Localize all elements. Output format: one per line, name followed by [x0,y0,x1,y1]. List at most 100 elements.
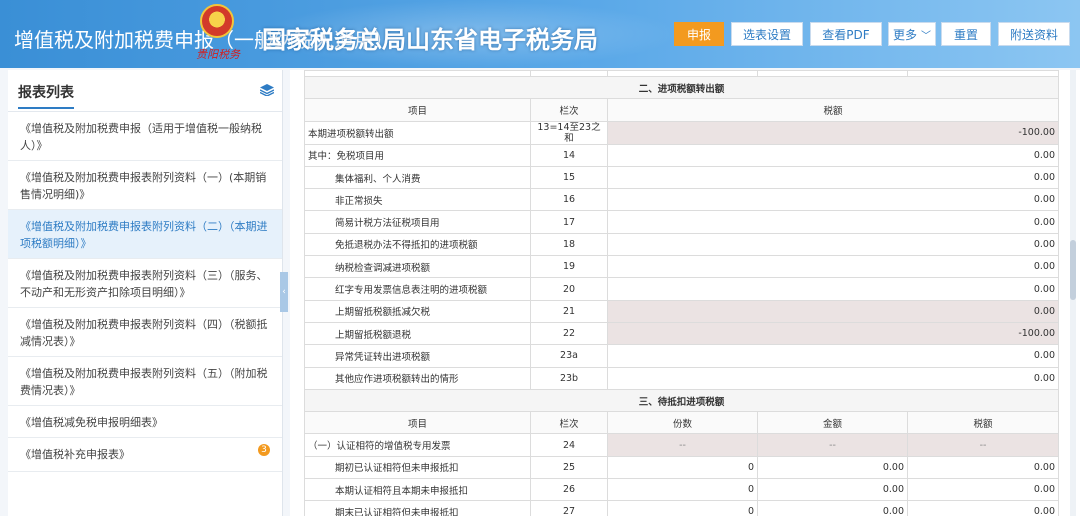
row-item: 免抵退税办法不得抵扣的进项税额 [304,232,531,257]
table-row: （一）认证相符的增值税专用发票 24 -- -- -- [304,433,1059,457]
amount-input[interactable]: 0.00 [757,478,908,502]
sidebar-item-label: 《增值税及附加税费申报（适用于增值税一般纳税人）》 [20,122,262,152]
reset-button[interactable]: 重置 [941,22,991,46]
table-row: 上期留抵税额退税 22 -100.00 [304,321,1059,346]
scrollbar-thumb[interactable] [1070,240,1076,300]
table-row: 简易计税方法征税项目用 17 0.00 [304,210,1059,234]
row-line: 22 [530,321,608,346]
row-item: 上期留抵税额抵减欠税 [304,299,531,323]
tax-cell: -100.00 [607,321,1059,346]
tax-input[interactable]: 0.00 [607,210,1059,234]
sidebar-item-supplementary[interactable]: 《增值税补充申报表》 3 [8,438,282,472]
form-content: 二、进项税额转出额 项目 栏次 税额 本期进项税额转出额 13=14至23之和 … [290,70,1080,516]
section-title-row: 三、待抵扣进项税额 [304,388,1059,413]
row-item: （一）认证相符的增值税专用发票 [304,433,531,457]
table-row: 红字专用发票信息表注明的进项税额 20 0.00 [304,277,1059,301]
header-row: 项目 栏次 税额 [304,98,1059,122]
row-item: 红字专用发票信息表注明的进项税额 [304,277,531,301]
column-header: 项目 [304,411,531,435]
view-pdf-button[interactable]: 查看PDF [810,22,882,46]
row-line: 16 [530,188,608,212]
tax-input[interactable]: 0.00 [607,232,1059,257]
count-cell: -- [607,433,758,457]
count-input[interactable]: 0 [607,478,758,502]
tax-input[interactable]: 0.00 [907,478,1059,502]
amount-cell: -- [757,433,908,457]
row-item: 期末已认证相符但未申报抵扣 [304,500,531,516]
row-line: 18 [530,232,608,257]
row-line: 23b [530,366,608,390]
tax-cell: -- [907,433,1059,457]
table-row: 免抵退税办法不得抵扣的进项税额 18 0.00 [304,232,1059,257]
sidebar-item-main-return[interactable]: 《增值税及附加税费申报（适用于增值税一般纳税人）》 [8,112,282,161]
bureau-title: 国家税务总局山东省电子税务局 [262,26,598,54]
declare-button[interactable]: 申报 [674,22,724,46]
section-title: 二、进项税额转出额 [304,75,1059,100]
row-item: 期初已认证相符但未申报抵扣 [304,455,531,480]
row-line: 17 [530,210,608,234]
sidebar-title: 报表列表 [18,82,74,109]
table-row: 纳税检查调减进项税额 19 0.00 [304,255,1059,279]
tax-input[interactable]: 0.00 [607,366,1059,390]
table-row: 异常凭证转出进项税额 23a 0.00 [304,344,1059,368]
table-row: 期末已认证相符但未申报抵扣 27 0 0.00 0.00 [304,500,1059,516]
row-line: 24 [530,433,608,457]
more-label: 更多 [892,27,917,42]
tax-input[interactable]: 0.00 [607,165,1059,190]
column-header: 份数 [607,411,758,435]
sidebar-item-label: 《增值税补充申报表》 [20,448,130,461]
tax-input[interactable]: 0.00 [607,344,1059,368]
app-header: 增值税及附加税费申报（一般纳税人适用） 贵阳税务 国家税务总局山东省电子税务局 … [0,0,1080,68]
sidebar-item-schedule-2[interactable]: 《增值税及附加税费申报表附列资料（二）（本期进项税额明细）》 [8,210,282,259]
sidebar-item-schedule-4[interactable]: 《增值税及附加税费申报表附列资料（四）（税额抵减情况表）》 [8,308,282,357]
table-row: 非正常损失 16 0.00 [304,188,1059,212]
notification-badge: 3 [258,444,270,456]
row-line: 15 [530,165,608,190]
tax-input[interactable]: 0.00 [907,455,1059,480]
table-row: 其他应作进项税额转出的情形 23b 0.00 [304,366,1059,390]
chevron-down-icon: ﹀ [921,30,931,42]
sidebar-item-schedule-1[interactable]: 《增值税及附加税费申报表附列资料（一）(本期销售情况明细)》 [8,161,282,210]
row-item: 集体福利、个人消费 [304,165,531,190]
collapse-sidebar-handle[interactable]: ‹ [280,272,288,312]
count-input[interactable]: 0 [607,455,758,480]
amount-input[interactable]: 0.00 [757,500,908,516]
sidebar-item-schedule-3[interactable]: 《增值税及附加税费申报表附列资料（三）（服务、不动产和无形资产扣除项目明细）》 [8,259,282,308]
attach-docs-button[interactable]: 附送资料 [998,22,1070,46]
sidebar-item-schedule-5[interactable]: 《增值税及附加税费申报表附列资料（五）（附加税费情况表）》 [8,357,282,406]
more-button[interactable]: 更多 ﹀ [888,22,936,46]
sidebar-item-label: 《增值税及附加税费申报表附列资料（三）（服务、不动产和无形资产扣除项目明细）》 [20,269,268,299]
row-item: 非正常损失 [304,188,531,212]
row-item: 其中：免税项目用 [304,143,531,167]
tax-input[interactable]: 0.00 [607,277,1059,301]
tax-input[interactable]: 0.00 [607,255,1059,279]
count-input[interactable]: 0 [607,500,758,516]
layers-icon[interactable] [260,84,274,96]
row-line: 26 [530,478,608,502]
tax-input[interactable]: 0.00 [607,143,1059,167]
column-header: 税额 [607,98,1059,122]
tax-input[interactable]: 0.00 [607,188,1059,212]
tax-input[interactable]: 0.00 [907,500,1059,516]
row-item: 上期留抵税额退税 [304,321,531,346]
row-line: 27 [530,500,608,516]
select-forms-button[interactable]: 选表设置 [731,22,803,46]
table-row: 期初已认证相符但未申报抵扣 25 0 0.00 0.00 [304,455,1059,480]
amount-input[interactable]: 0.00 [757,455,908,480]
column-header: 项目 [304,98,531,122]
sidebar-item-label: 《增值税及附加税费申报表附列资料（五）（附加税费情况表）》 [20,367,268,397]
section-title-row: 二、进项税额转出额 [304,75,1059,100]
row-item: 本期进项税额转出额 [304,120,531,145]
tax-cell: 0.00 [607,299,1059,323]
sidebar-item-exemption-detail[interactable]: 《增值税减免税申报明细表》 [8,406,282,438]
row-line: 13=14至23之和 [530,120,608,145]
table-row: 上期留抵税额抵减欠税 21 0.00 [304,299,1059,323]
form-list-sidebar: 报表列表 《增值税及附加税费申报（适用于增值税一般纳税人）》 《增值税及附加税费… [8,70,283,516]
row-item: 异常凭证转出进项税额 [304,344,531,368]
signature-mark: 贵阳税务 [196,48,240,61]
tax-cell: -100.00 [607,120,1059,145]
national-emblem-icon [200,4,234,38]
row-line: 21 [530,299,608,323]
row-line: 19 [530,255,608,279]
column-header: 税额 [907,411,1059,435]
